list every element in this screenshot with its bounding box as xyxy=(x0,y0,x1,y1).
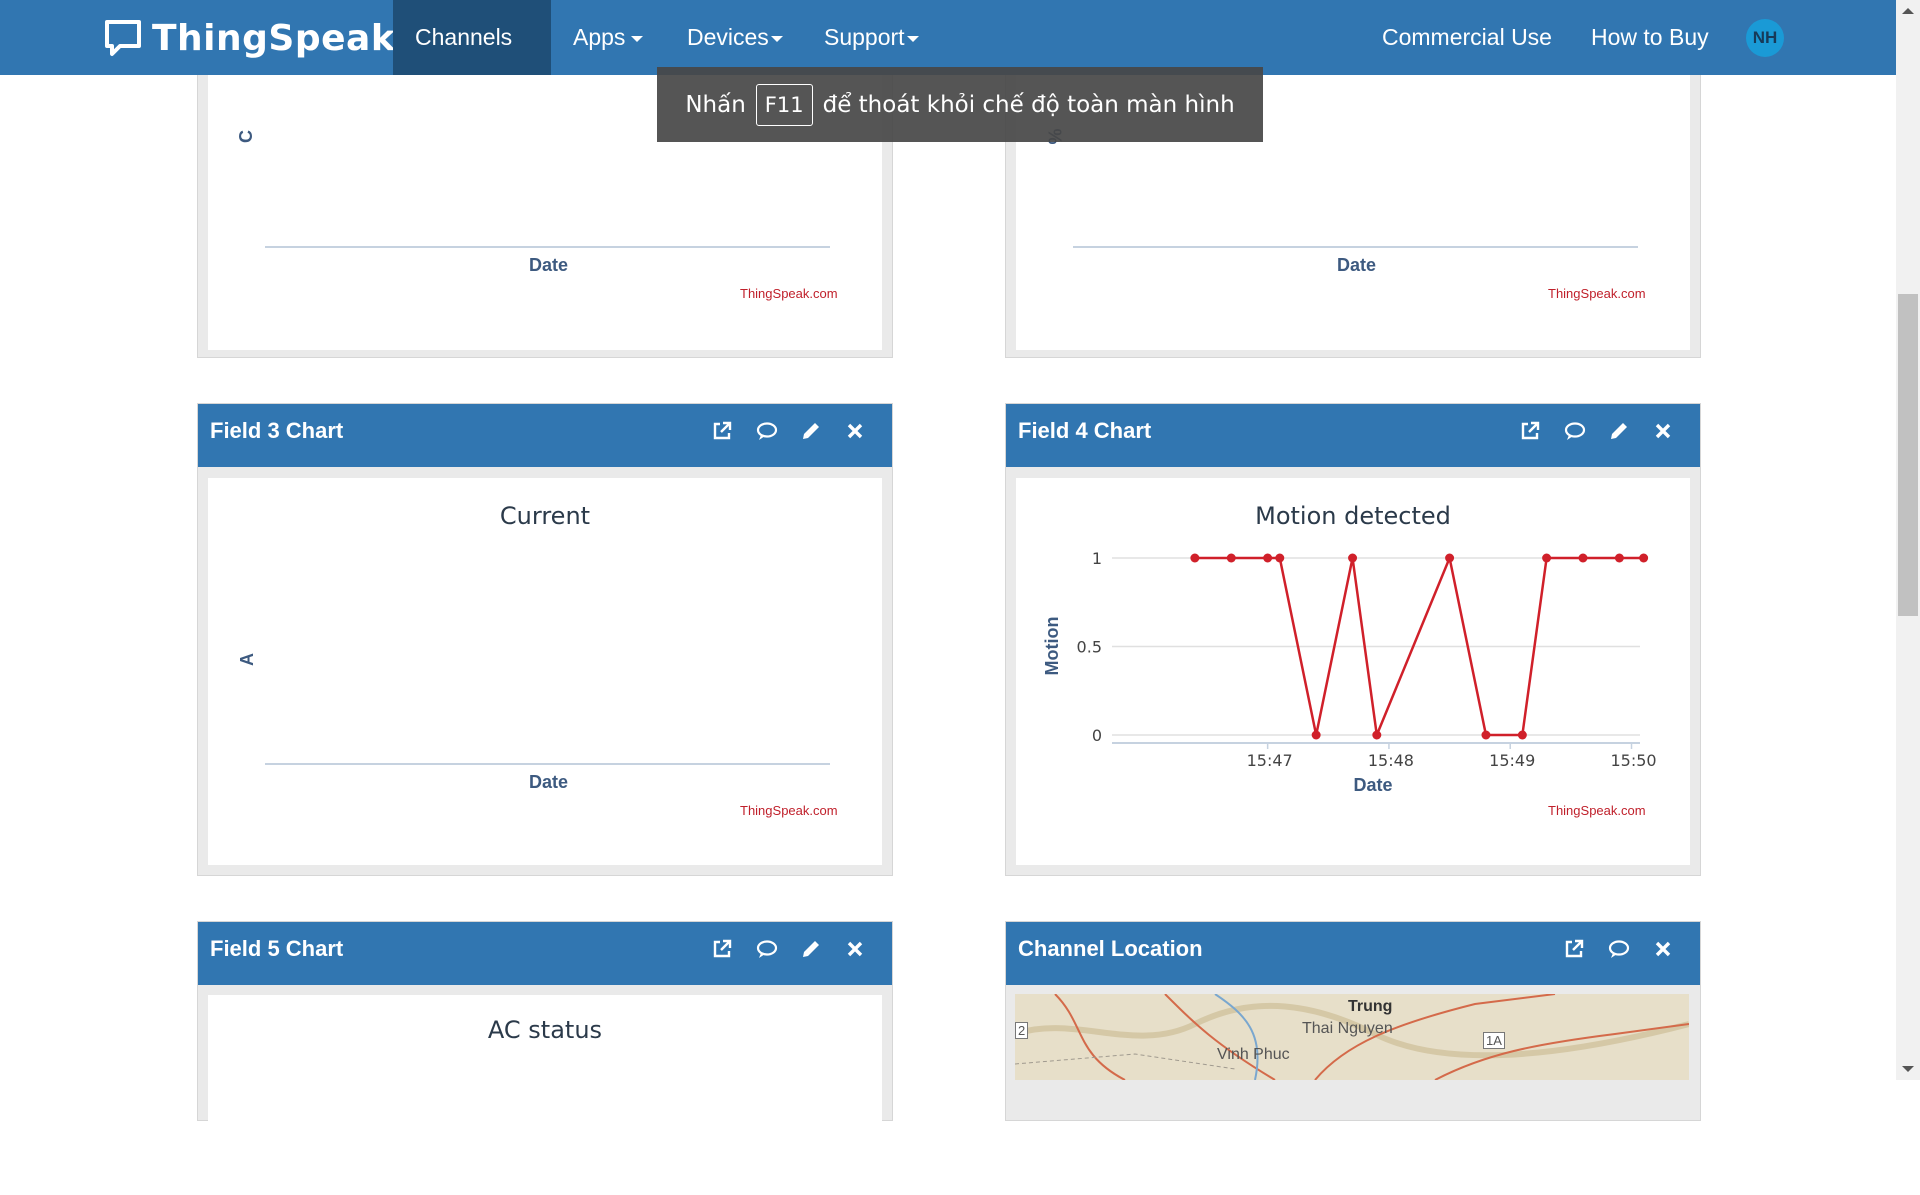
x-tick-label: 15:49 xyxy=(1489,751,1535,770)
pencil-icon[interactable] xyxy=(799,937,823,961)
nav-channels-label: Channels xyxy=(415,24,513,50)
y-tick-label: 0.5 xyxy=(1077,638,1102,657)
chart-title: Motion detected xyxy=(1255,502,1451,530)
scroll-down-arrow-icon[interactable] xyxy=(1902,1066,1914,1072)
field2-x-axis-label: Date xyxy=(1337,255,1377,275)
field5-chart: AC status xyxy=(208,995,882,1195)
nav-channels[interactable]: Channels xyxy=(393,0,551,117)
field3-chart: Current A Date ThingSpeak.com xyxy=(208,478,882,865)
map-label-road-2: 2 xyxy=(1015,1022,1029,1039)
nav-how-to-buy[interactable]: How to Buy xyxy=(1569,0,1731,75)
field5-panel-header: Field 5 Chart xyxy=(198,922,892,985)
chevron-down-icon xyxy=(906,35,919,42)
comment-icon[interactable] xyxy=(755,937,779,961)
data-point xyxy=(1190,553,1200,563)
comment-icon[interactable] xyxy=(1563,419,1587,443)
field3-y-axis-label: A xyxy=(237,653,257,666)
data-point xyxy=(1481,730,1491,740)
y-tick-label: 1 xyxy=(1092,549,1102,568)
top-navbar: ThingSpeak ™ Channels Apps Devices Suppo… xyxy=(0,0,1896,117)
x-tick-label: 15:50 xyxy=(1610,751,1656,770)
field3-x-axis-line xyxy=(265,763,830,765)
x-tick-label: 15:48 xyxy=(1368,751,1414,770)
field4-panel-title: Field 4 Chart xyxy=(1018,418,1152,443)
field5-panel-title: Field 5 Chart xyxy=(210,936,344,961)
location-panel-header: Channel Location xyxy=(1006,922,1700,985)
chevron-down-icon xyxy=(770,35,783,42)
data-point xyxy=(1372,730,1382,740)
map-label-trung: Trung xyxy=(1348,998,1393,1015)
field1-credit-link[interactable]: ThingSpeak.com xyxy=(740,286,838,301)
field1-y-axis-label: C xyxy=(236,130,256,143)
pencil-icon[interactable] xyxy=(1607,419,1631,443)
close-icon[interactable] xyxy=(843,937,867,961)
field3-panel-header: Field 3 Chart xyxy=(198,404,892,467)
speech-bubble-icon xyxy=(105,20,141,56)
pencil-icon[interactable] xyxy=(799,419,823,443)
thingspeak-logo[interactable]: ThingSpeak ™ xyxy=(104,16,409,60)
x-axis-label: Date xyxy=(1353,775,1392,795)
field5-chart-panel: Field 5 Chart AC status xyxy=(197,921,893,1195)
data-point xyxy=(1263,553,1273,563)
toast-text-after: để thoát khỏi chế độ toàn màn hình xyxy=(822,91,1235,118)
fullscreen-exit-notice: Nhấn F11 để thoát khỏi chế độ toàn màn h… xyxy=(657,67,1263,142)
field5-chart-title: AC status xyxy=(487,1016,603,1044)
data-point xyxy=(1639,553,1649,563)
channel-location-map[interactable]: Trung Thai Nguyen Vinh Phuc 1A 2 xyxy=(1015,994,1689,1080)
location-panel-title: Channel Location xyxy=(1018,936,1203,961)
comment-icon[interactable] xyxy=(1607,937,1631,961)
field3-panel-title: Field 3 Chart xyxy=(210,418,344,443)
close-icon[interactable] xyxy=(843,419,867,443)
data-point xyxy=(1578,553,1588,563)
toast-text-before: Nhấn xyxy=(685,91,746,118)
chevron-down-icon xyxy=(631,35,644,42)
comment-icon[interactable] xyxy=(755,419,779,443)
field4-chart: Motion detected 0 0.5 1 15:47 15:48 15:49 15:50… xyxy=(1016,478,1690,865)
nav-devices-label: Devices xyxy=(687,24,769,50)
x-tick-label: 15:47 xyxy=(1247,751,1293,770)
toast-key: F11 xyxy=(755,83,813,126)
field2-credit-link[interactable]: ThingSpeak.com xyxy=(1548,286,1646,301)
data-point xyxy=(1614,553,1624,563)
data-point xyxy=(1445,553,1455,563)
map-label-vinh-phuc: Vinh Phuc xyxy=(1217,1046,1290,1063)
field1-x-axis-label: Date xyxy=(529,255,569,275)
field4-credit-link[interactable]: ThingSpeak.com xyxy=(1548,803,1646,818)
field4-chart-panel: Field 4 Chart Motion detected 0 0.5 1 15:47 1… xyxy=(1005,403,1701,876)
nav-support[interactable]: Support xyxy=(802,0,941,75)
external-link-icon[interactable] xyxy=(710,419,734,443)
close-icon[interactable] xyxy=(1651,419,1675,443)
chevron-down-icon xyxy=(421,110,433,117)
user-avatar[interactable]: NH xyxy=(1746,19,1784,57)
field2-x-axis-line xyxy=(1073,246,1638,248)
data-point xyxy=(1348,553,1358,563)
data-point xyxy=(1226,553,1236,563)
y-axis-label: Motion xyxy=(1042,617,1062,676)
data-point xyxy=(1275,553,1285,563)
data-point xyxy=(1517,730,1527,740)
field3-chart-title: Current xyxy=(499,502,591,530)
brand-name: ThingSpeak xyxy=(152,17,396,59)
field4-panel-header: Field 4 Chart xyxy=(1006,404,1700,467)
nav-devices[interactable]: Devices xyxy=(665,0,805,75)
data-point xyxy=(1542,553,1552,563)
map-label-road-1a: 1A xyxy=(1483,1032,1505,1049)
scrollbar-thumb[interactable] xyxy=(1898,294,1918,616)
field3-chart-panel: Field 3 Chart Current A Date ThingSpeak.… xyxy=(197,403,893,876)
y-tick-label: 0 xyxy=(1092,726,1102,745)
field1-x-axis-line xyxy=(265,246,830,248)
field3-x-axis-label: Date xyxy=(529,772,569,792)
data-point xyxy=(1311,730,1321,740)
external-link-icon[interactable] xyxy=(1562,937,1586,961)
close-icon[interactable] xyxy=(1651,937,1675,961)
nav-apps-label: Apps xyxy=(573,24,626,50)
map-label-thai-nguyen: Thai Nguyen xyxy=(1302,1020,1393,1037)
nav-support-label: Support xyxy=(824,24,905,50)
nav-apps[interactable]: Apps xyxy=(551,0,665,75)
scroll-up-arrow-icon[interactable] xyxy=(1902,8,1914,14)
nav-commercial-use[interactable]: Commercial Use xyxy=(1360,0,1574,75)
external-link-icon[interactable] xyxy=(710,937,734,961)
external-link-icon[interactable] xyxy=(1518,419,1542,443)
field3-credit-link[interactable]: ThingSpeak.com xyxy=(740,803,838,818)
